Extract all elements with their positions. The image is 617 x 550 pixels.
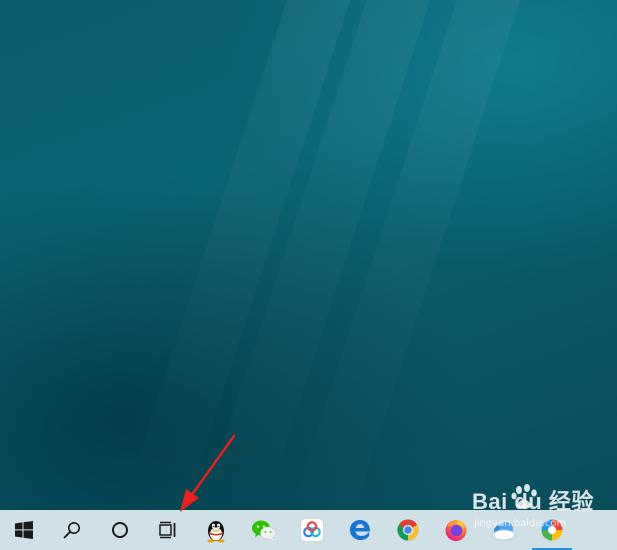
desktop-screen: Bai du 经验 jingyan.baidu.com <box>0 0 617 550</box>
wechat-icon <box>252 520 276 541</box>
chrome-taskbar-button[interactable] <box>384 510 432 550</box>
search-icon <box>63 522 80 539</box>
watermark-url-text: jingyan.baidu.com <box>474 518 567 529</box>
windows-start-icon <box>15 521 33 539</box>
search-button[interactable] <box>48 510 96 550</box>
task-view-icon <box>159 521 176 539</box>
chrome-icon <box>397 519 419 541</box>
qq-taskbar-button[interactable] <box>192 510 240 550</box>
qq-icon <box>207 521 225 543</box>
baidu-netdisk-icon <box>300 518 324 542</box>
cortana-button[interactable] <box>96 510 144 550</box>
edge-taskbar-button[interactable] <box>336 510 384 550</box>
desktop-wallpaper[interactable] <box>0 0 617 550</box>
watermark-brand-text: Bai du 经验 <box>472 489 594 514</box>
baidu-netdisk-taskbar-button[interactable] <box>288 510 336 550</box>
task-view-button[interactable] <box>144 510 192 550</box>
baidu-jingyan-watermark: Bai du 经验 jingyan.baidu.com <box>472 484 612 544</box>
edge-icon <box>350 520 371 540</box>
wechat-taskbar-button[interactable] <box>240 510 288 550</box>
firefox-icon <box>445 520 467 541</box>
cortana-icon <box>112 522 128 538</box>
start-button[interactable] <box>0 510 48 550</box>
